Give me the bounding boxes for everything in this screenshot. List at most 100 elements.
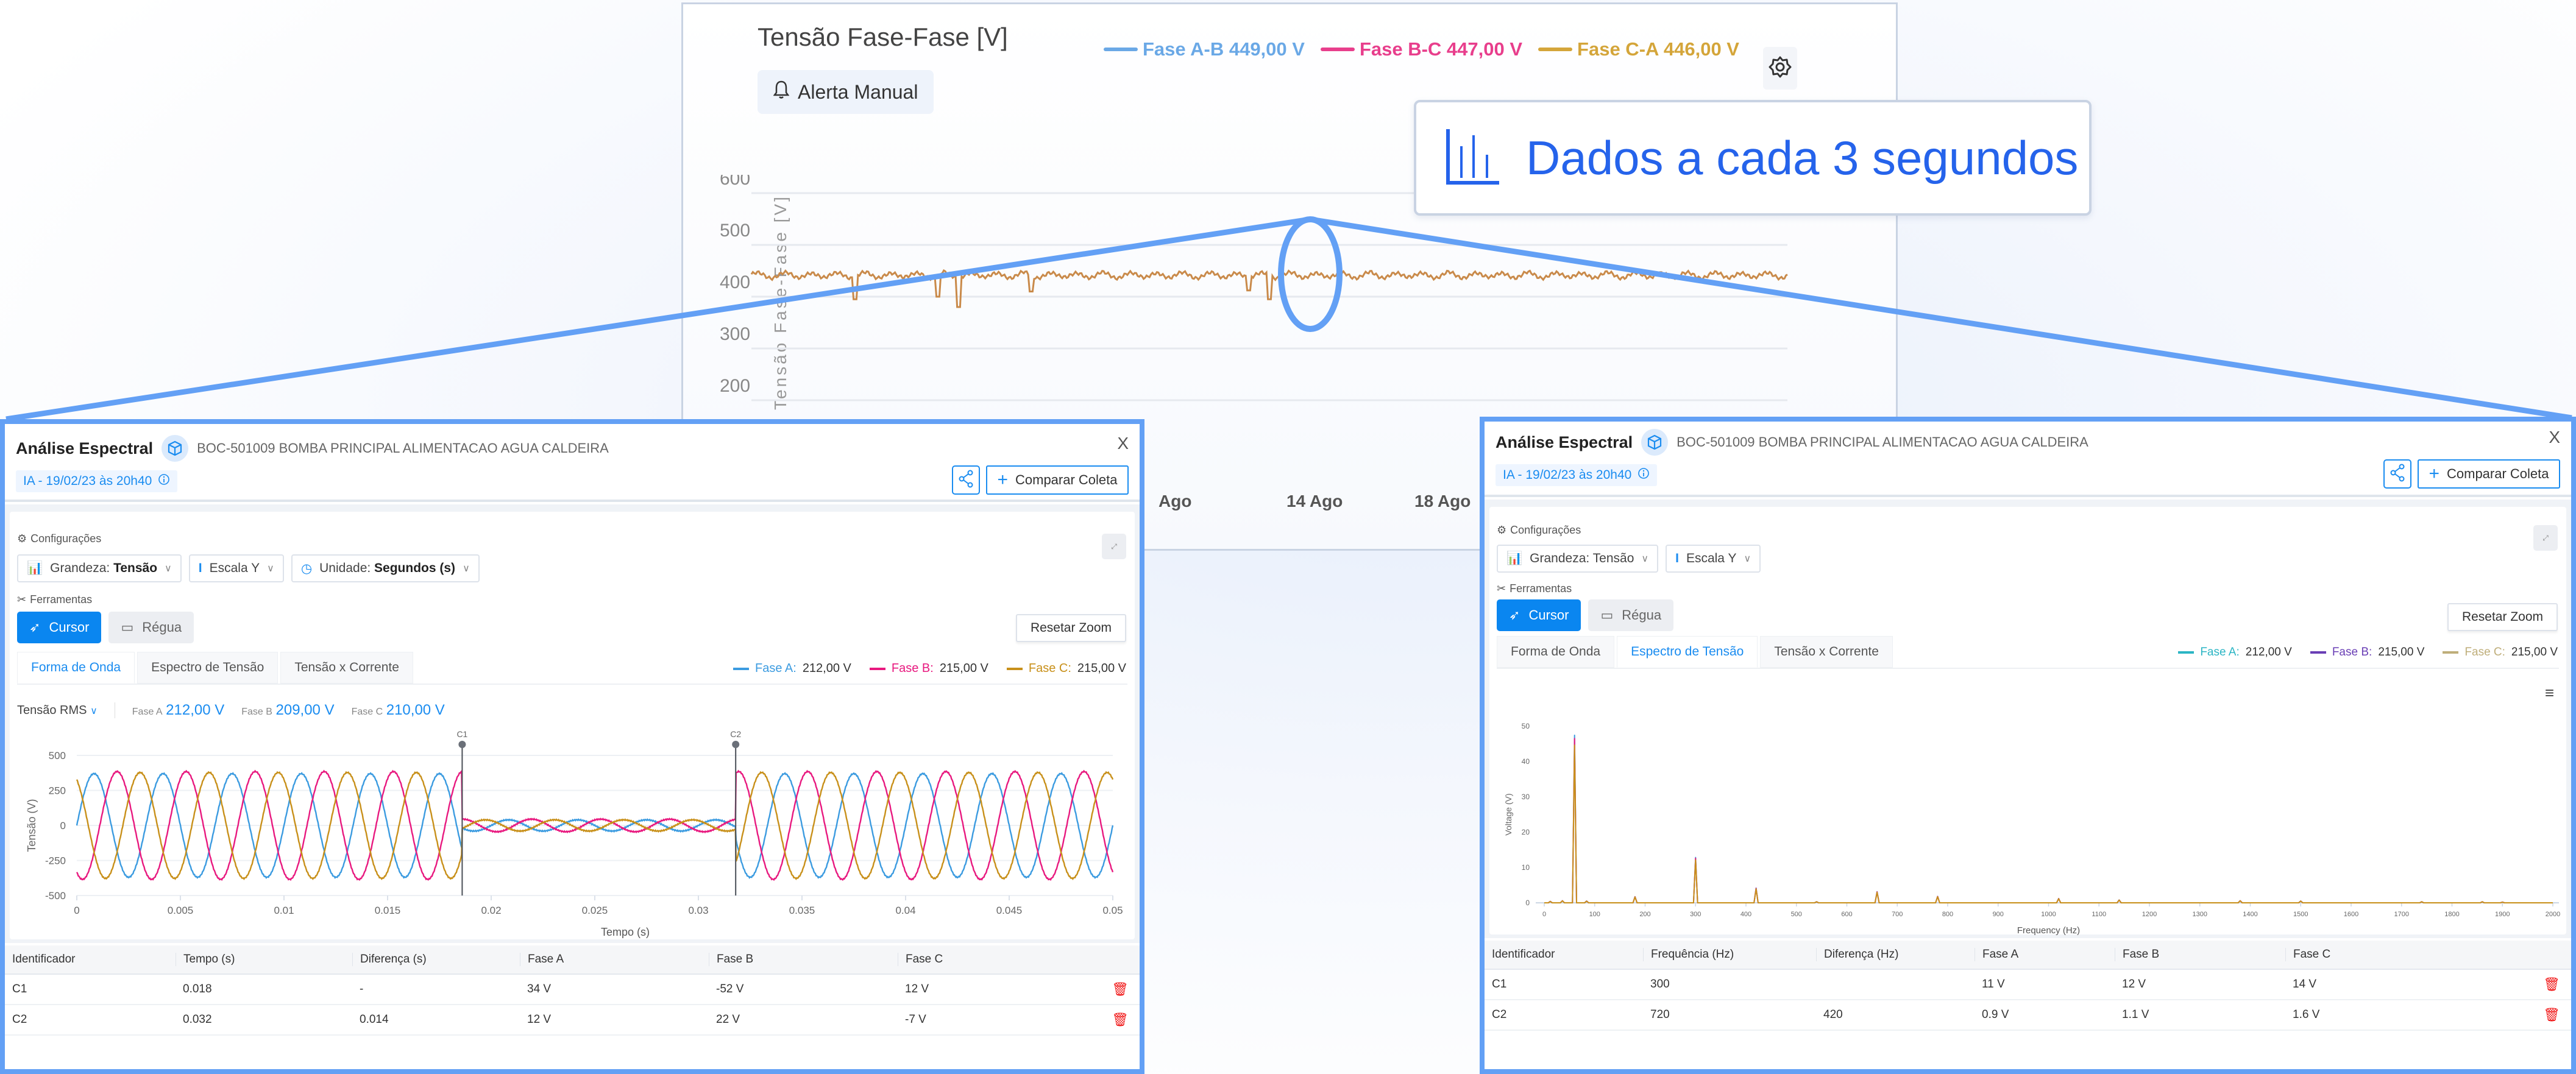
dd-text: Grandeza: Tensão [1530,551,1634,566]
column-header[interactable]: Fase C [898,953,1056,966]
table-cell: 1.1 V [2122,1008,2149,1021]
column-header[interactable]: Fase A [520,953,709,966]
tools-section-label: ✂ Ferramentas [1497,582,1572,595]
legend-value: 212,00 V [2245,646,2292,659]
cursor-tool-button[interactable]: ➶ Cursor [1497,599,1581,631]
table-cell: 12 V [905,983,929,995]
info-icon[interactable] [1637,467,1650,483]
unit-dropdown[interactable]: ◷ Unidade: Segundos (s) ∨ [291,554,480,582]
settings-button[interactable] [1763,47,1797,90]
x-tick-label: 1800 [2444,911,2459,918]
waveform-chart[interactable]: 500 250 0 -250 -500 0 0.005 0.01 0.015 0.02 0.025 0… [10,725,1135,938]
chart-menu-icon[interactable]: ≡ [2545,684,2554,702]
table-row[interactable]: C2 0.032 0.014 12 V 22 V -7 V 🗑 [5,1005,1140,1036]
fullscreen-button[interactable]: ⤢ [1102,534,1126,559]
trash-icon[interactable]: 🗑 [1112,981,1129,997]
config-label: Configurações [1510,524,1581,536]
fullscreen-button[interactable]: ⤢ [2533,525,2558,551]
y-scale-dropdown[interactable]: I Escala Y ∨ [1666,545,1761,573]
cursor-marker[interactable]: C2 [730,729,741,896]
y-scale-dropdown[interactable]: I Escala Y ∨ [188,554,284,582]
legend-phase-a[interactable]: Fase A: 212,00 V [733,662,851,676]
table-cell: 12 V [527,1013,552,1026]
manual-alert-button[interactable]: Alerta Manual [758,70,934,114]
x-tick-label: 0.025 [582,905,608,916]
tab-waveform[interactable]: Forma de Onda [17,652,135,684]
ruler-tool-button[interactable]: ▭ Régua [108,612,194,643]
table-cell: C2 [1492,1008,1507,1021]
column-header[interactable]: Identificador [5,953,176,966]
y-tick-label: 50 [1522,722,1530,730]
table-row[interactable]: C1 0.018 - 34 V -52 V 12 V 🗑 [5,975,1140,1005]
share-button[interactable] [952,465,980,495]
column-header[interactable]: Fase B [709,953,898,966]
collection-badge[interactable]: IA - 19/02/23 às 20h40 [1496,464,1658,486]
tab-voltage-spectrum[interactable]: Espectro de Tensão [137,652,279,684]
x-tick-label: 1900 [2495,911,2510,918]
x-tick-label: 0.015 [375,905,401,916]
legend-name: Fase B: [2332,646,2372,659]
table-row[interactable]: C2 720 420 0.9 V 1.1 V 1.6 V 🗑 [1485,1000,2571,1031]
tab-voltage-vs-current[interactable]: Tensão x Corrente [1760,636,1893,668]
legend-phase-c[interactable]: Fase C: 215,00 V [2443,646,2558,659]
spectrum-chart[interactable]: 504030201000 100 200 300 400 500 600 700 800 900 1… [1489,702,2566,939]
tools-icon: ✂ [1497,582,1506,595]
legend-item-bc[interactable]: Fase B-C 447,00 V [1320,38,1522,60]
column-header[interactable]: Tempo (s) [176,953,352,966]
chevron-down-icon: ∨ [90,705,98,716]
column-header[interactable]: Identificador [1485,948,1643,961]
tab-voltage-vs-current[interactable]: Tensão x Corrente [280,652,413,684]
trash-icon[interactable]: 🗑 [1112,1012,1129,1028]
x-tick-label: 600 [1841,911,1852,918]
column-header[interactable]: Fase B [2115,948,2285,961]
legend-value: 212,00 V [802,662,851,675]
cursor-marker[interactable]: C1 [456,729,468,896]
legend-phase-b[interactable]: Fase B: 215,00 V [2310,646,2424,659]
rms-selector[interactable]: Tensão RMS ∨ [17,704,98,718]
legend-phase-b[interactable]: Fase B: 215,00 V [869,662,988,676]
collection-badge[interactable]: IA - 19/02/23 às 20h40 [16,470,178,492]
quantity-dropdown[interactable]: 📊 Grandeza: Tensão ∨ [1497,545,1659,573]
column-header[interactable]: Fase A [1975,948,2115,961]
trend-legend: Fase A-B 449,00 V Fase B-C 447,00 V Fase… [1104,38,1739,60]
y-tick-label: 40 [1522,757,1530,766]
compare-collection-button[interactable]: + Comparar Coleta [986,465,1129,495]
ruler-tool-button[interactable]: ▭ Régua [1588,599,1674,631]
reset-zoom-button[interactable]: Resetar Zoom [2447,603,2558,631]
column-header[interactable]: Diferença (s) [352,953,520,966]
tool-label: Régua [142,620,182,635]
close-button[interactable]: X [1117,434,1129,453]
trash-icon[interactable]: 🗑 [2543,1007,2560,1023]
share-button[interactable] [2383,459,2411,489]
tool-label: Cursor [1528,607,1569,623]
info-icon[interactable] [158,473,170,489]
close-button[interactable]: X [2549,428,2560,447]
config-section-label: ⚙ Configurações [17,532,101,545]
x-tick-label: 1300 [2193,911,2207,918]
x-tick-label: 0.02 [481,905,501,916]
x-tick-label: 0.01 [274,905,294,916]
reset-zoom-button[interactable]: Resetar Zoom [1015,614,1126,642]
rms-value: 210,00 V [386,702,445,718]
legend-item-ab[interactable]: Fase A-B 449,00 V [1104,38,1305,60]
x-tick-label: 0.03 [688,905,708,916]
tab-voltage-spectrum[interactable]: Espectro de Tensão [1617,636,1758,668]
tools-label: Ferramentas [30,593,93,606]
column-header[interactable]: Diferença (Hz) [1816,948,1975,961]
legend-item-ca[interactable]: Fase C-A 446,00 V [1538,38,1739,60]
column-header[interactable]: Fase C [2285,948,2438,961]
trash-icon[interactable]: 🗑 [2543,977,2560,992]
column-header[interactable]: Frequência (Hz) [1643,948,1816,961]
quantity-dropdown[interactable]: 📊 Grandeza: Tensão ∨ [17,554,182,582]
cursor-tool-button[interactable]: ➶ Cursor [17,612,102,643]
table-cell: 0.018 [183,983,212,995]
chevron-down-icon: ∨ [1744,554,1751,564]
table-row[interactable]: C1 300 11 V 12 V 14 V 🗑 [1485,970,2571,1000]
x-tick-label: 18 Ago [1414,492,1471,511]
compare-collection-button[interactable]: + Comparar Coleta [2418,459,2560,489]
tab-waveform[interactable]: Forma de Onda [1497,636,1615,668]
legend-phase-a[interactable]: Fase A: 212,00 V [2178,646,2292,659]
phase-legend: Fase A: 212,00 V Fase B: 215,00 V Fase C: 2… [733,662,1126,676]
dd-value: Segundos (s) [374,561,456,575]
legend-phase-c[interactable]: Fase C: 215,00 V [1006,662,1126,676]
